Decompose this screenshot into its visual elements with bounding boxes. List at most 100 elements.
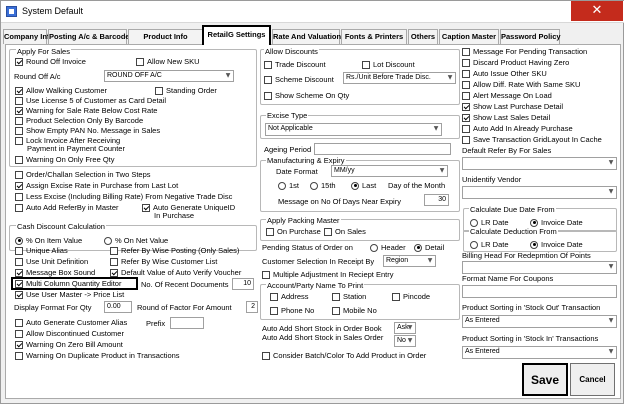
pending-header-radio[interactable]: Header: [370, 243, 406, 252]
use-license5-checkbox[interactable]: Use License 5 of Customer as Card Detail: [15, 96, 166, 105]
tab-fonts-printers[interactable]: Fonts & Printers: [341, 29, 407, 44]
tab-password-policy[interactable]: Password Policy: [500, 29, 561, 44]
round-factor-input[interactable]: 2: [246, 301, 258, 313]
deduction-invoice-date-radio[interactable]: Invoice Date: [530, 240, 583, 249]
tab-others[interactable]: Others: [408, 29, 438, 44]
select-value: MM/yy: [334, 167, 355, 174]
save-txn-grid-checkbox[interactable]: Save Transaction GridLayout In Cache: [462, 135, 602, 144]
refer-by-wise-customer-checkbox[interactable]: Refer By Wise Customer List: [110, 257, 217, 266]
use-unit-definition-checkbox[interactable]: Use Unit Definition: [15, 257, 88, 266]
checkbox-label: Save Transaction GridLayout In Cache: [473, 135, 602, 144]
pending-detail-radio[interactable]: Detail: [414, 243, 444, 252]
trade-discount-checkbox[interactable]: Trade Discount: [264, 60, 326, 69]
chevron-down-icon: ▼: [608, 188, 614, 195]
tab-retailg-settings[interactable]: RetailG Settings: [202, 25, 271, 45]
print-phone-checkbox[interactable]: Phone No: [270, 306, 314, 315]
due-invoice-date-radio[interactable]: Invoice Date: [530, 218, 583, 227]
warning-duplicate-product-checkbox[interactable]: Warning On Duplicate Product in Transact…: [15, 351, 180, 360]
allow-diff-rate-checkbox[interactable]: Allow Diff. Rate With Same SKU: [462, 80, 580, 89]
allow-discontinued-checkbox[interactable]: Allow Discontinued Customer: [15, 329, 124, 338]
ageing-period-input[interactable]: [314, 143, 451, 155]
discard-product-zero-checkbox[interactable]: Discard Product Having Zero: [462, 58, 569, 67]
checkbox-box: [462, 80, 470, 89]
save-button[interactable]: Save: [522, 363, 568, 396]
show-last-purchase-checkbox[interactable]: Show Last Purchase Detail: [462, 102, 563, 111]
packing-on-sales-checkbox[interactable]: On Sales: [324, 227, 366, 236]
auto-add-short-order-select[interactable]: Ask ▼: [394, 322, 416, 334]
alert-message-load-checkbox[interactable]: Alert Message On Load: [462, 91, 552, 100]
allow-new-sku-checkbox[interactable]: Allow New SKU: [136, 57, 200, 66]
default-refer-by-select[interactable]: ▼: [462, 157, 617, 170]
standing-order-checkbox[interactable]: Standing Order: [155, 86, 217, 95]
print-station-checkbox[interactable]: Station: [332, 292, 366, 301]
close-button[interactable]: ✕: [571, 1, 623, 21]
print-mobile-checkbox[interactable]: Mobile No: [332, 306, 377, 315]
day-15th-radio[interactable]: 15th: [310, 181, 336, 190]
checkbox-label: Product Selection Only By Barcode: [26, 116, 144, 125]
multi-column-qty-editor-checkbox[interactable]: Multi Column Quantity Editor: [15, 279, 121, 288]
use-user-master-checkbox[interactable]: Use User Master -> Price List: [15, 290, 124, 299]
scheme-discount-select[interactable]: Rs./Unit Before Trade Disc. ▼: [343, 72, 456, 84]
day-last-radio[interactable]: Last: [351, 181, 376, 190]
excise-type-select[interactable]: Not Applicable ▼: [265, 123, 442, 136]
checkbox-label: Allow Diff. Rate With Same SKU: [473, 80, 581, 89]
consider-batch-color-checkbox[interactable]: Consider Batch/Color To Add Product in O…: [262, 351, 426, 360]
billing-head-select[interactable]: ▼: [462, 261, 617, 274]
default-auto-verify-checkbox[interactable]: Default Value of Auto Verify Voucher: [110, 268, 241, 277]
no-recent-docs-input[interactable]: 10: [232, 278, 254, 290]
warn-sale-rate-checkbox[interactable]: Warning for Sale Rate Below Cost Rate: [15, 106, 157, 115]
chevron-down-icon: ▼: [608, 263, 614, 270]
day-1st-radio[interactable]: 1st: [278, 181, 299, 190]
less-excise-checkbox[interactable]: Less Excise (Including Billing Rate) Fro…: [15, 192, 232, 201]
unidentify-vendor-select[interactable]: ▼: [462, 186, 617, 199]
tab-rate-and-valuation[interactable]: Rate And Valuation: [272, 29, 341, 44]
pct-net-value-radio[interactable]: % On Net Value: [104, 236, 168, 245]
print-address-checkbox[interactable]: Address: [270, 292, 309, 301]
message-no-days-input[interactable]: 30: [424, 194, 449, 206]
tab-company-info[interactable]: Company Info: [3, 29, 54, 44]
round-off-invoice-checkbox[interactable]: Round Off Invoice: [15, 57, 86, 66]
auto-add-referby-checkbox[interactable]: Auto Add ReferBy in Master: [15, 203, 119, 212]
multiple-adjustment-checkbox[interactable]: Multiple Adjustment In Reciept Entry: [262, 270, 393, 279]
show-empty-pan-checkbox[interactable]: Show Empty PAN No. Message in Sales: [15, 126, 160, 135]
message-box-sound-checkbox[interactable]: Message Box Sound: [15, 268, 95, 277]
allow-walking-customer-checkbox[interactable]: Allow Walking Customer: [15, 86, 107, 95]
tab-posting-ac-barcodes[interactable]: Posting A/c & Barcodes: [48, 29, 134, 44]
product-selection-barcode-checkbox[interactable]: Product Selection Only By Barcode: [15, 116, 143, 125]
prefix-input[interactable]: [170, 317, 204, 329]
date-format-select[interactable]: MM/yy ▼: [331, 165, 448, 177]
assign-excise-checkbox[interactable]: Assign Excise Rate in Purchase from Last…: [15, 181, 178, 190]
sort-stock-out-select[interactable]: As Entered ▼: [462, 315, 617, 328]
warning-free-qty-checkbox[interactable]: Warning On Only Free Qty: [15, 155, 115, 164]
sort-stock-in-select[interactable]: As Entered ▼: [462, 346, 617, 359]
show-scheme-qty-checkbox[interactable]: Show Scheme On Qty: [264, 91, 349, 100]
scheme-discount-checkbox[interactable]: Scheme Discount: [264, 75, 334, 84]
auto-issue-other-sku-checkbox[interactable]: Auto Issue Other SKU: [462, 69, 547, 78]
checkbox-label: Show Scheme On Qty: [275, 91, 350, 100]
cancel-button[interactable]: Cancel: [570, 363, 615, 396]
lot-discount-checkbox[interactable]: Lot Discount: [362, 60, 415, 69]
print-pincode-checkbox[interactable]: Pincode: [392, 292, 430, 301]
packing-on-purchase-checkbox[interactable]: On Purchase: [266, 227, 321, 236]
pct-item-value-radio[interactable]: % On Item Value: [15, 236, 82, 245]
format-coupons-input[interactable]: [462, 285, 617, 298]
tab-caption-master[interactable]: Caption Master: [439, 29, 499, 44]
round-off-ac-select[interactable]: ROUND OFF A/C ▼: [104, 70, 234, 82]
msg-pending-txn-checkbox[interactable]: Message For Pending Transaction: [462, 47, 587, 56]
customer-selection-select[interactable]: Region ▼: [383, 255, 436, 267]
radio-dot: [470, 218, 478, 227]
display-format-qty-input[interactable]: 0.00: [104, 301, 132, 313]
due-lr-date-radio[interactable]: LR Date: [470, 218, 509, 227]
tab-product-info[interactable]: Product Info: [128, 29, 203, 44]
checkbox-box: [15, 116, 23, 125]
tab-strip: Company Info Posting A/c & Barcodes Prod…: [3, 25, 623, 45]
deduction-lr-date-radio[interactable]: LR Date: [470, 240, 509, 249]
auto-add-purchase-checkbox[interactable]: Auto Add In Already Purchase: [462, 124, 573, 133]
warning-zero-bill-checkbox[interactable]: Warning On Zero Bill Amount: [15, 340, 123, 349]
order-challan-checkbox[interactable]: Order/Challan Selection in Two Steps: [15, 170, 151, 179]
show-last-sales-checkbox[interactable]: Show Last Sales Detail: [462, 113, 550, 122]
auto-add-short-sales-select[interactable]: No ▼: [394, 335, 416, 347]
unique-alias-checkbox[interactable]: Unique Alias: [15, 246, 68, 255]
refer-by-wise-posting-checkbox[interactable]: Refer By Wise Posting (Only Sales): [110, 246, 239, 255]
auto-gen-customer-alias-checkbox[interactable]: Auto Generate Customer Alias: [15, 318, 127, 327]
